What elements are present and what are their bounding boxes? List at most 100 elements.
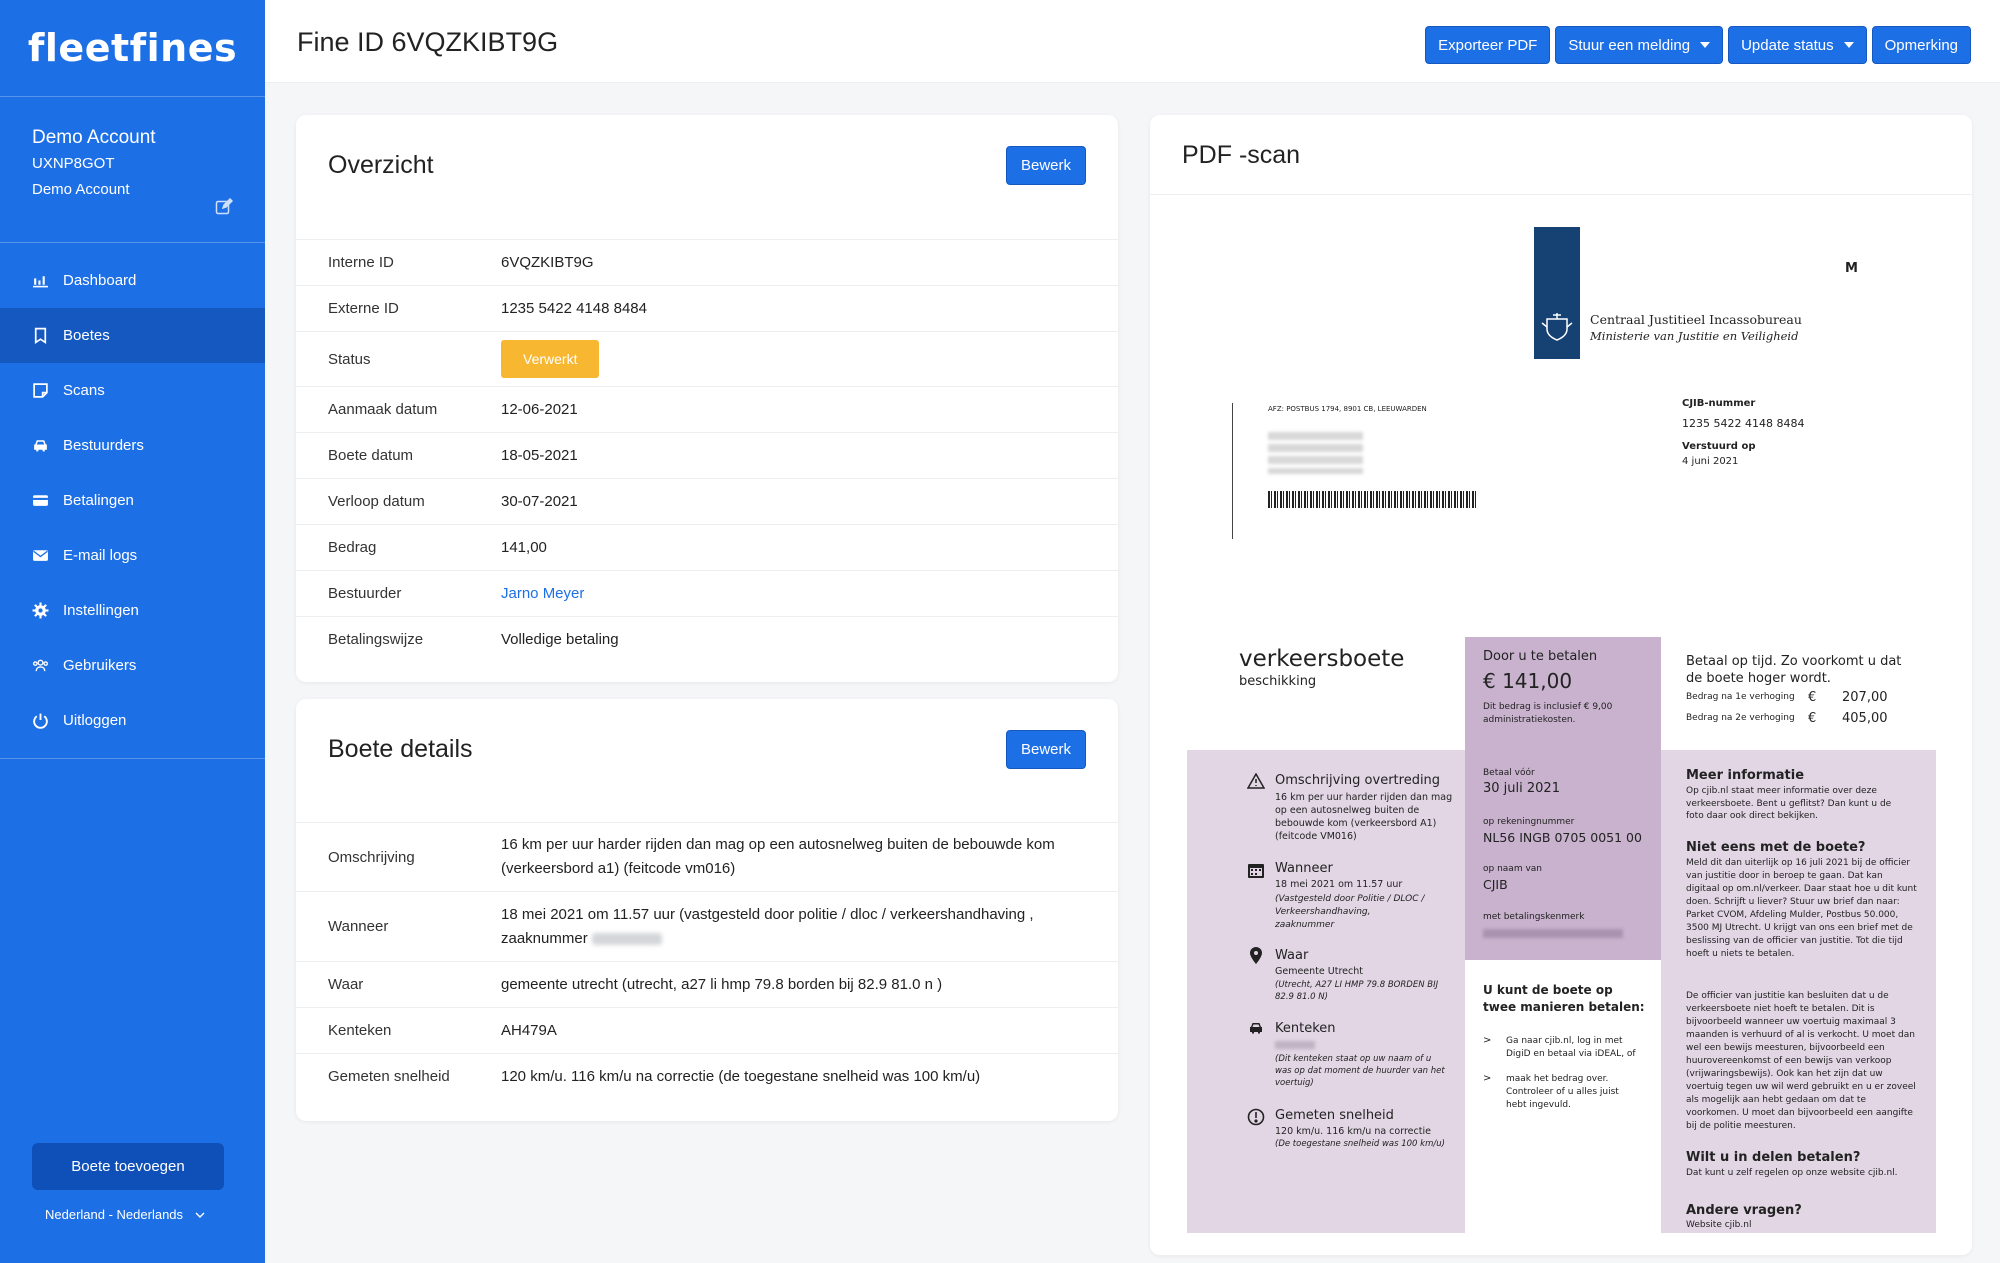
speed-icon bbox=[1247, 1108, 1265, 1126]
ministry-name: Ministerie van Justitie en Veiligheid bbox=[1590, 329, 1799, 343]
header-actions: Exporteer PDF Stuur een melding Update s… bbox=[1425, 26, 1971, 64]
expiry-date-value: 30-07-2021 bbox=[501, 478, 1118, 525]
details-title: Boete details bbox=[328, 735, 473, 763]
raise1-currency: € bbox=[1808, 690, 1817, 705]
field-label: Boete datum bbox=[296, 432, 501, 479]
page-title: Fine ID 6VQZKIBT9G bbox=[297, 27, 559, 57]
bullet-mark: > bbox=[1483, 1073, 1492, 1084]
account-id: UXNP8GOT bbox=[32, 155, 115, 172]
when-title: Wanneer bbox=[1275, 861, 1333, 876]
table-row: Status Verwerkt bbox=[296, 331, 1118, 387]
field-label: Externe ID bbox=[296, 285, 501, 332]
on-time-note: Betaal op tijd. Zo voorkomt u dat de boe… bbox=[1686, 654, 1902, 686]
raise1-label: Bedrag na 1e verhoging bbox=[1686, 692, 1795, 702]
car-icon bbox=[34, 440, 47, 452]
logo[interactable]: fleetfines bbox=[0, 0, 265, 97]
external-id-value: 1235 5422 4148 8484 bbox=[501, 285, 1118, 332]
caret-down-icon bbox=[1843, 42, 1854, 48]
sent-label: Verstuurd op bbox=[1682, 441, 1756, 452]
pay-note: Dit bedrag is inclusief € 9,00 administr… bbox=[1483, 702, 1613, 725]
sidebar-item-bestuurders[interactable]: Bestuurders bbox=[0, 418, 265, 473]
sidebar-item-instellingen[interactable]: Instellingen bbox=[0, 583, 265, 638]
gear-icon bbox=[32, 602, 49, 619]
account-label: op rekeningnummer bbox=[1483, 817, 1575, 827]
plate-note: (Dit kenteken staat op uw naam of u was … bbox=[1275, 1054, 1445, 1088]
disagree-text: Meld dit dan uiterlijk op 16 juli 2021 b… bbox=[1686, 858, 1917, 959]
table-row: Bestuurder Jarno Meyer bbox=[296, 570, 1118, 617]
chevron-down-icon bbox=[195, 1212, 205, 1218]
table-row: Externe ID 1235 5422 4148 8484 bbox=[296, 285, 1118, 332]
overview-edit-button[interactable]: Bewerk bbox=[1006, 146, 1086, 185]
sidebar-item-gebruikers[interactable]: Gebruikers bbox=[0, 638, 265, 693]
sidebar-item-email-logs[interactable]: E-mail logs bbox=[0, 528, 265, 583]
sidebar-item-betalingen[interactable]: Betalingen bbox=[0, 473, 265, 528]
sender-address: AFZ: POSTBUS 1794, 8901 CB, LEEUWARDEN bbox=[1268, 405, 1427, 413]
field-label: Bestuurder bbox=[296, 570, 501, 617]
calendar-icon bbox=[1248, 864, 1264, 878]
payment-method-value: Volledige betaling bbox=[501, 616, 1118, 663]
details-edit-button[interactable]: Bewerk bbox=[1006, 730, 1086, 769]
table-row: Gemeten snelheid 120 km/u. 116 km/u na co… bbox=[296, 1053, 1118, 1100]
table-row: Boete datum 18-05-2021 bbox=[296, 432, 1118, 479]
account-name: Demo Account bbox=[32, 127, 156, 148]
table-row: Interne ID 6VQZKIBT9G bbox=[296, 239, 1118, 286]
where-title: Waar bbox=[1275, 948, 1309, 963]
redacted-address bbox=[1268, 428, 1363, 474]
where-text: Gemeente Utrecht bbox=[1275, 966, 1363, 977]
sidebar-item-uitloggen[interactable]: Uitloggen bbox=[0, 693, 265, 748]
field-label: Waar bbox=[296, 961, 501, 1008]
sidebar-item-dashboard[interactable]: Dashboard bbox=[0, 253, 265, 308]
field-label: Kenteken bbox=[296, 1007, 501, 1054]
fold-line bbox=[1232, 403, 1233, 539]
created-date-value: 12-06-2021 bbox=[501, 386, 1118, 433]
power-icon bbox=[33, 713, 48, 729]
bullet-mark: > bbox=[1483, 1035, 1492, 1046]
details-edit-label: Bewerk bbox=[1020, 741, 1072, 758]
reference-label: met betalingskenmerk bbox=[1483, 912, 1585, 922]
description-value: 16 km per uur harder rijden dan mag op e… bbox=[501, 822, 1118, 892]
sidebar-item-boetes[interactable]: Boetes bbox=[0, 308, 265, 363]
sent-value: 4 juni 2021 bbox=[1682, 456, 1739, 467]
more-info-title: Meer informatie bbox=[1686, 768, 1805, 783]
scan-icon bbox=[33, 383, 48, 398]
where-value: gemeente utrecht (utrecht, a27 li hmp 79… bbox=[501, 961, 1118, 1008]
remark-button[interactable]: Opmerking bbox=[1871, 26, 1971, 64]
payment-methods-title: U kunt de boete op twee manieren betalen… bbox=[1483, 983, 1645, 1014]
credit-card-icon bbox=[33, 495, 48, 506]
add-fine-button[interactable]: Boete toevoegen bbox=[32, 1143, 224, 1190]
raise2-value: 405,00 bbox=[1842, 711, 1888, 726]
sidebar-item-scans[interactable]: Scans bbox=[0, 363, 265, 418]
disagree-title: Niet eens met de boete? bbox=[1686, 840, 1866, 855]
table-row: Omschrijving 16 km per uur harder rijden … bbox=[296, 822, 1118, 892]
corner-mark: M bbox=[1845, 261, 1858, 276]
details-table: Omschrijving 16 km per uur harder rijden … bbox=[296, 822, 1118, 1100]
measured-speed-value: 120 km/u. 116 km/u na correctie (de toeg… bbox=[501, 1053, 1118, 1100]
pdf-document[interactable]: Centraal Justitieel Incassobureau Minist… bbox=[1186, 213, 1936, 1233]
redacted-case-number bbox=[591, 932, 662, 945]
table-row: Betalingswijze Volledige betaling bbox=[296, 616, 1118, 663]
overview-card: Overzicht Bewerk Interne ID 6VQZKIBT9G Ex… bbox=[296, 115, 1118, 682]
field-label: Betalingswijze bbox=[296, 616, 501, 663]
installments-title: Wilt u in delen betalen? bbox=[1686, 1150, 1861, 1165]
bookmark-icon bbox=[34, 327, 47, 344]
export-pdf-button[interactable]: Exporteer PDF bbox=[1425, 26, 1551, 64]
doc-title: verkeersboete bbox=[1239, 646, 1405, 672]
driver-link[interactable]: Jarno Meyer bbox=[501, 585, 584, 602]
offense-text: 16 km per uur harder rijden dan mag op e… bbox=[1275, 792, 1453, 842]
payee-label: op naam van bbox=[1483, 864, 1542, 874]
when-value: 18 mei 2021 om 11.57 uur (vastgesteld do… bbox=[501, 905, 1034, 947]
sidebar-item-label: Scans bbox=[63, 382, 105, 399]
field-label: Interne ID bbox=[296, 239, 501, 286]
when-text: 18 mei 2021 om 11.57 uur bbox=[1275, 879, 1403, 890]
update-status-button[interactable]: Update status bbox=[1728, 26, 1867, 64]
table-row: Verloop datum 30-07-2021 bbox=[296, 478, 1118, 525]
send-notification-label: Stuur een melding bbox=[1568, 36, 1691, 54]
officer-text: De officier van justitie kan besluiten d… bbox=[1686, 991, 1916, 1131]
send-notification-button[interactable]: Stuur een melding bbox=[1555, 26, 1724, 64]
account-subtitle: Demo Account bbox=[32, 181, 130, 198]
edit-icon[interactable] bbox=[215, 198, 233, 216]
account-value: NL56 INGB 0705 0051 00 bbox=[1483, 830, 1642, 845]
language-select[interactable]: Nederland - Nederlands bbox=[45, 1207, 225, 1222]
raise1-value: 207,00 bbox=[1842, 690, 1888, 705]
field-label: Omschrijving bbox=[296, 822, 501, 892]
